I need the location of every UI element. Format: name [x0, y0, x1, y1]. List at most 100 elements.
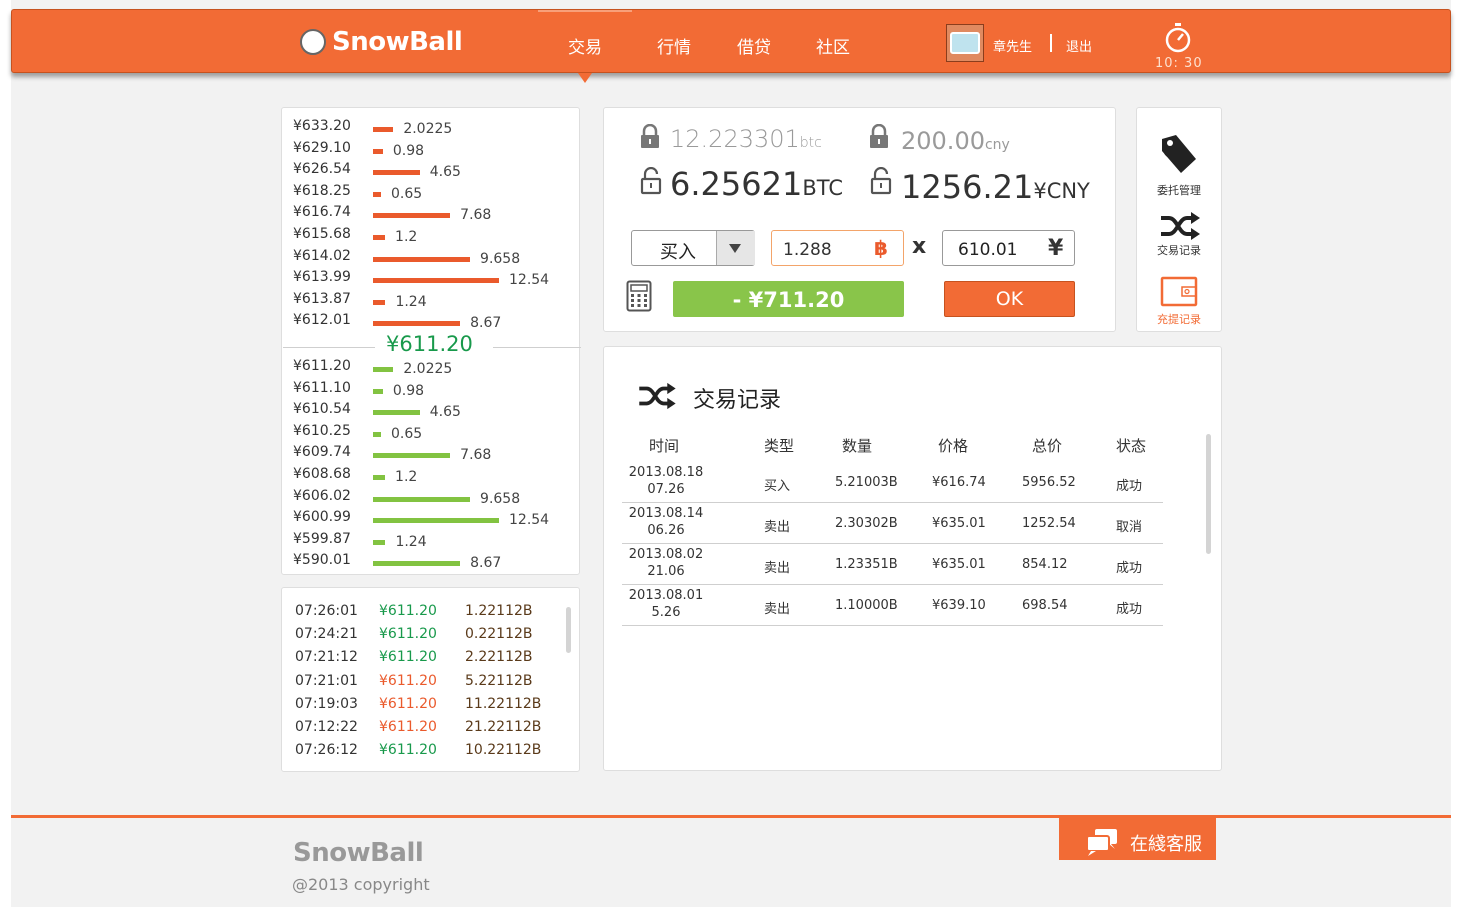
order-price: ¥633.20	[293, 118, 351, 134]
price-value[interactable]: 610.01	[958, 240, 1017, 260]
online-support-label[interactable]: 在綫客服	[1130, 830, 1202, 856]
record-status: 成功	[1116, 602, 1143, 617]
order-qty: 7.68	[460, 447, 492, 464]
ask-row[interactable]: ¥618.25 0.65	[281, 183, 580, 205]
ask-row[interactable]: ¥629.10 0.98	[281, 140, 580, 162]
col-header-type[interactable]: 类型	[764, 435, 794, 456]
bid-row[interactable]: ¥608.68 1.2	[281, 466, 580, 488]
record-datetime: 2013.08.14 06.26	[628, 506, 704, 538]
order-price: ¥612.01	[293, 312, 351, 329]
header-divider	[1050, 34, 1052, 52]
col-header-price[interactable]: 价格	[938, 435, 968, 456]
unlock-icon	[640, 167, 662, 195]
depth-bar	[373, 127, 394, 132]
depth-bar	[373, 170, 420, 176]
mid-divider-left	[283, 347, 375, 348]
order-qty: 1.24	[395, 293, 427, 310]
order-qty: 9.658	[480, 490, 521, 507]
side-order-management[interactable]: 委托管理	[1136, 182, 1222, 198]
mid-divider-right	[493, 347, 581, 348]
tag-icon[interactable]	[1159, 133, 1199, 177]
trade-price: ¥611.20	[379, 719, 437, 735]
shuffle-icon	[639, 382, 676, 410]
trade-price: ¥611.20	[379, 603, 437, 619]
ask-row[interactable]: ¥613.99 12.54	[281, 269, 580, 291]
trade-amount: 2.22112B	[465, 649, 533, 666]
trade-time: 07:26:12	[295, 742, 358, 759]
calculator-icon[interactable]	[626, 280, 652, 312]
nav-trade[interactable]: 交易	[568, 33, 602, 58]
bid-row[interactable]: ¥611.10 0.98	[281, 380, 580, 402]
copyright: @2013 copyright	[292, 875, 430, 894]
record-datetime: 2013.08.01 5.26	[628, 588, 704, 620]
logout-link[interactable]: 退出	[1066, 36, 1092, 55]
record-type: 卖出	[764, 561, 791, 576]
nav-community[interactable]: 社区	[816, 33, 850, 58]
ask-row[interactable]: ¥616.74 7.68	[281, 204, 580, 226]
frozen-btc-value: 12.223301	[670, 125, 800, 153]
nav-active-indicator	[538, 10, 632, 12]
nav-active-caret	[578, 73, 592, 83]
order-price: ¥614.02	[293, 247, 351, 264]
record-type: 卖出	[764, 520, 791, 535]
record-row[interactable]: 2013.08.18 07.26 买入 5.21003B ¥616.74 5956.52 成…	[622, 461, 1163, 503]
trade-price: ¥611.20	[379, 742, 437, 759]
bid-row[interactable]: ¥609.74 7.68	[281, 444, 580, 466]
bid-row[interactable]: ¥610.54 4.65	[281, 401, 580, 423]
col-header-time[interactable]: 时间	[649, 435, 679, 456]
shuffle-icon[interactable]	[1159, 211, 1201, 241]
order-qty: 8.67	[470, 315, 502, 332]
depth-bar	[373, 213, 451, 219]
depth-bar	[373, 321, 461, 327]
username[interactable]: 章先生	[993, 36, 1032, 55]
bid-row[interactable]: ¥611.20 2.0225	[281, 358, 580, 380]
col-header-status[interactable]: 状态	[1116, 435, 1146, 456]
available-cny-balance: 1256.21¥CNY	[901, 168, 1090, 206]
submit-order-label[interactable]: OK	[944, 288, 1075, 310]
clock: 10: 30	[1155, 56, 1203, 71]
depth-bar	[373, 518, 499, 524]
bid-row[interactable]: ¥606.02 9.658	[281, 488, 580, 510]
avatar[interactable]	[946, 24, 984, 62]
depth-bar	[373, 367, 394, 372]
trades-scrollbar[interactable]	[566, 607, 571, 653]
bid-row[interactable]: ¥590.01 8.67	[281, 552, 580, 574]
side-deposit-records[interactable]: 充提记录	[1136, 311, 1222, 327]
stopwatch-icon[interactable]	[1163, 22, 1193, 54]
bid-row[interactable]: ¥610.25 0.65	[281, 423, 580, 445]
record-row[interactable]: 2013.08.01 5.26 卖出 1.10000B ¥639.10 698.54 成功	[622, 584, 1163, 626]
ask-row[interactable]: ¥613.87 1.24	[281, 291, 580, 313]
col-header-total[interactable]: 总价	[1032, 435, 1062, 456]
ask-row[interactable]: ¥614.02 9.658	[281, 248, 580, 270]
trade-amount: 11.22112B	[465, 695, 542, 712]
ask-row[interactable]: ¥615.68 1.2	[281, 226, 580, 248]
side-trade-records[interactable]: 交易记录	[1136, 242, 1222, 258]
bid-row[interactable]: ¥599.87 1.24	[281, 531, 580, 553]
nav-market[interactable]: 行情	[657, 33, 691, 58]
record-status: 成功	[1116, 479, 1143, 494]
amount-value[interactable]: 1.288	[783, 240, 832, 260]
bid-row[interactable]: ¥600.99 12.54	[281, 509, 580, 531]
records-title: 交易记录	[693, 388, 782, 413]
records-scrollbar[interactable]	[1206, 434, 1211, 554]
order-price: ¥606.02	[293, 487, 351, 504]
ask-row[interactable]: ¥633.20 2.0225	[281, 118, 580, 140]
footer-divider	[11, 815, 1451, 818]
trade-time: 07:12:22	[295, 719, 358, 735]
avatar-image	[950, 32, 980, 54]
trade-row: 07:24:21 ¥611.20 0.22112B	[281, 626, 580, 649]
trade-type-value[interactable]: 买入	[660, 238, 696, 264]
order-price: ¥600.99	[293, 509, 351, 526]
record-qty: 1.23351B	[835, 557, 898, 572]
logo[interactable]: SnowBall	[300, 26, 463, 58]
record-row[interactable]: 2013.08.14 06.26 卖出 2.30302B ¥635.01 1252.54 取…	[622, 502, 1163, 544]
nav-lending[interactable]: 借贷	[737, 33, 771, 58]
ask-row[interactable]: ¥626.54 4.65	[281, 161, 580, 183]
col-header-qty[interactable]: 数量	[842, 435, 872, 456]
wallet-icon[interactable]	[1160, 275, 1198, 307]
record-price: ¥639.10	[932, 598, 986, 613]
yen-icon: ¥	[1048, 236, 1064, 261]
order-qty: 0.98	[392, 382, 425, 399]
trade-time: 07:26:01	[295, 603, 358, 619]
record-row[interactable]: 2013.08.02 21.06 卖出 1.23351B ¥635.01 854.12 成功	[622, 543, 1163, 585]
